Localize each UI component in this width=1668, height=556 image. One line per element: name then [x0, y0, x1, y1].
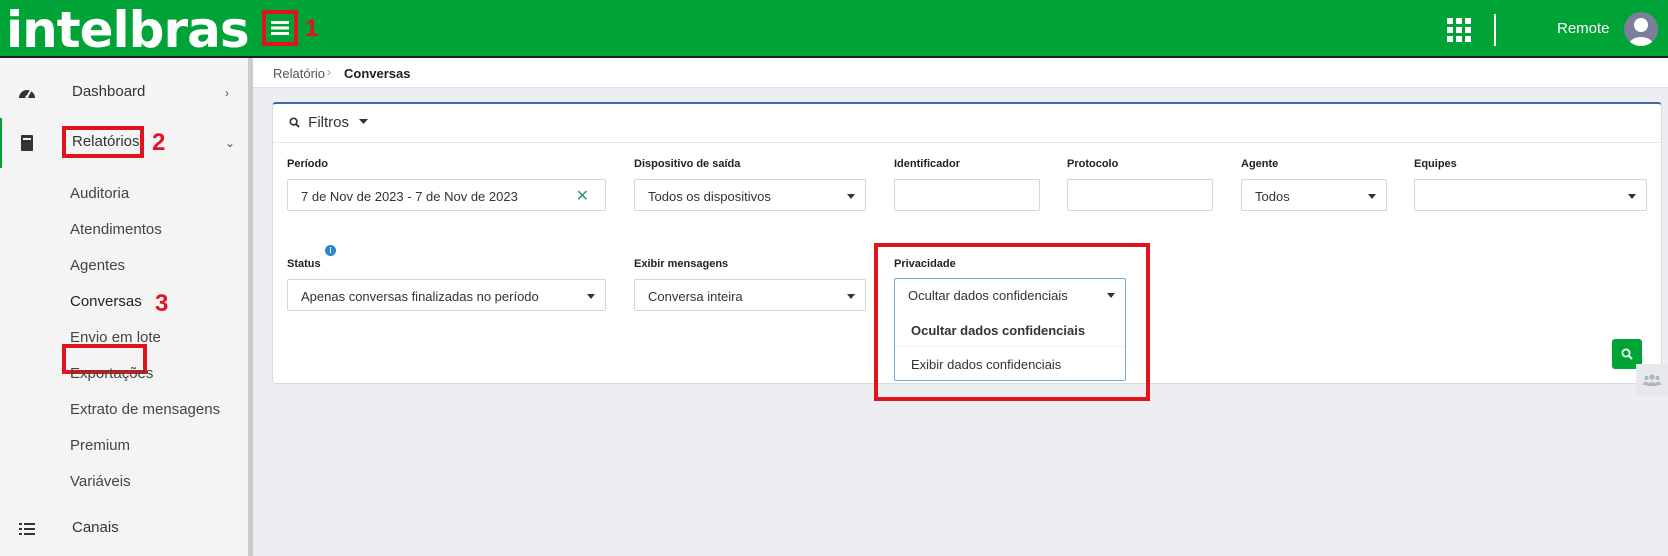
sidebar-item-dashboard[interactable]: Dashboard ›	[0, 68, 248, 118]
filters-toggle[interactable]: Filtros	[289, 114, 369, 131]
equipes-select[interactable]	[1414, 179, 1647, 211]
annotation-box-privacidade	[874, 243, 1150, 401]
equipes-label: Equipes	[1414, 158, 1457, 170]
breadcrumb-relatorio[interactable]: Relatório	[273, 66, 325, 81]
sidebar-subitem-extrato[interactable]: Extrato de mensagens	[70, 401, 220, 418]
chevron-right-icon: ›	[225, 86, 229, 100]
annotation-2: 2	[152, 129, 166, 156]
annotation-3: 3	[155, 290, 169, 317]
agente-value: Todos	[1255, 189, 1290, 204]
user-icon	[1628, 18, 1654, 46]
sidebar-item-label: Relatórios	[72, 133, 140, 150]
hamburger-icon	[271, 21, 289, 35]
sidebar-subitem-envio-em-lote[interactable]: Envio em lote	[70, 329, 161, 346]
status-select[interactable]: Apenas conversas finalizadas no período	[287, 279, 606, 311]
chevron-down-icon: ⌄	[225, 136, 236, 150]
status-value: Apenas conversas finalizadas no período	[301, 289, 539, 304]
dispositivo-select[interactable]: Todos os dispositivos	[634, 179, 866, 211]
apps-grid-icon[interactable]	[1447, 18, 1471, 42]
breadcrumb: Relatório › Conversas	[253, 58, 1668, 88]
caret-down-icon	[1368, 194, 1376, 199]
header-divider	[1494, 14, 1496, 46]
active-indicator	[0, 118, 2, 168]
agente-label: Agente	[1241, 158, 1279, 170]
search-icon	[289, 117, 300, 128]
sidebar-subitem-premium[interactable]: Premium	[70, 437, 130, 454]
search-icon	[1621, 348, 1633, 360]
sidebar-item-label: Dashboard	[72, 83, 146, 100]
periodo-label: Período	[287, 158, 328, 170]
exibir-select[interactable]: Conversa inteira	[634, 279, 866, 311]
annotation-1: 1	[305, 15, 319, 42]
side-tab-button[interactable]	[1636, 364, 1668, 396]
identificador-input[interactable]	[894, 179, 1040, 211]
sidebar-subitem-conversas[interactable]: Conversas	[70, 293, 142, 310]
status-label: Status	[287, 258, 321, 270]
sidebar-subitem-variaveis[interactable]: Variáveis	[70, 473, 131, 490]
sidebar-item-canais[interactable]: Canais	[0, 504, 248, 554]
protocolo-label: Protocolo	[1067, 158, 1119, 170]
caret-down-icon	[847, 294, 855, 299]
exibir-label: Exibir mensagens	[634, 258, 729, 270]
book-icon	[21, 135, 33, 151]
dispositivo-label: Dispositivo de saída	[634, 158, 741, 170]
sidebar-subitem-auditoria[interactable]: Auditoria	[70, 185, 129, 202]
info-icon[interactable]: i	[325, 245, 336, 256]
clear-icon[interactable]: ✕	[576, 186, 589, 206]
periodo-field[interactable]: 7 de Nov de 2023 - 7 de Nov de 2023 ✕	[287, 179, 606, 211]
user-avatar[interactable]	[1624, 12, 1658, 46]
caret-down-icon	[847, 194, 855, 199]
hamburger-menu-button[interactable]	[262, 10, 298, 46]
speedometer-icon	[19, 89, 35, 99]
breadcrumb-current: Conversas	[344, 66, 411, 81]
sidebar-subitem-agentes[interactable]: Agentes	[70, 257, 125, 274]
caret-down-icon	[1628, 194, 1636, 199]
sidebar-item-label: Canais	[72, 519, 119, 536]
sidebar-subitem-atendimentos[interactable]: Atendimentos	[70, 221, 162, 238]
sidebar-subitem-exportacoes[interactable]: Exportações	[70, 365, 153, 382]
sidebar-item-relatorios[interactable]: Relatórios ⌄ 2	[0, 118, 248, 168]
list-icon	[19, 523, 35, 535]
caret-down-icon	[587, 294, 595, 299]
username: Remote	[1557, 20, 1610, 37]
intelbras-logo: intelbras	[6, 1, 250, 59]
sidebar: Dashboard › Relatórios ⌄ 2 Auditoria Ate…	[0, 58, 253, 556]
dispositivo-value: Todos os dispositivos	[648, 189, 771, 204]
exibir-value: Conversa inteira	[648, 289, 743, 304]
top-header: intelbras 1 Remote	[0, 0, 1668, 58]
protocolo-input[interactable]	[1067, 179, 1213, 211]
periodo-value: 7 de Nov de 2023 - 7 de Nov de 2023	[301, 189, 518, 204]
identificador-label: Identificador	[894, 158, 961, 170]
caret-down-icon	[359, 119, 369, 124]
filters-title: Filtros	[308, 114, 350, 131]
breadcrumb-separator: ›	[327, 65, 331, 79]
agente-select[interactable]: Todos	[1241, 179, 1387, 211]
filters-divider	[273, 142, 1661, 143]
users-icon	[1643, 374, 1661, 386]
